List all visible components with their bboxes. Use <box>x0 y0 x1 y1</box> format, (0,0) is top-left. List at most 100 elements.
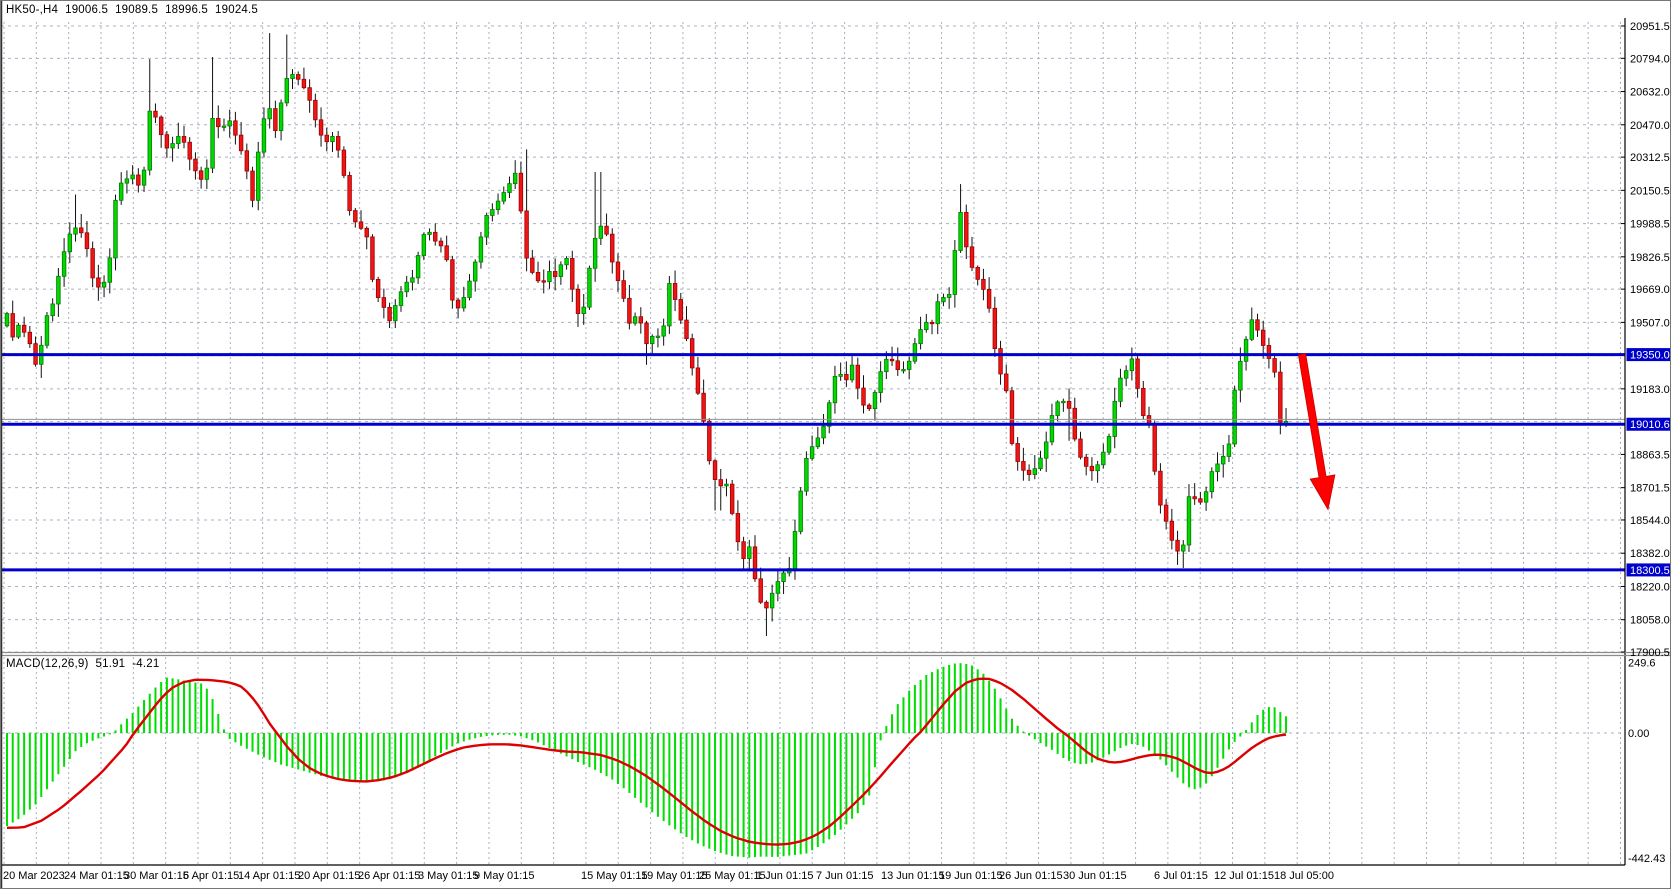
macd-histogram-bar <box>354 733 356 780</box>
macd-histogram-bar <box>337 733 339 778</box>
macd-histogram-bar <box>1091 733 1093 763</box>
price-chart-canvas[interactable]: 19350.019010.618300.520951.520794.020632… <box>1 1 1671 889</box>
macd-histogram-bar <box>777 733 779 857</box>
macd-histogram-bar <box>423 733 425 764</box>
macd-histogram-bar <box>1028 733 1030 736</box>
macd-histogram-bar <box>314 733 316 774</box>
macd-histogram-bar <box>674 733 676 829</box>
x-axis-date-label: 19 Jun 01:15 <box>939 870 1003 882</box>
x-axis-date-label: 19 May 01:15 <box>641 870 708 882</box>
macd-histogram-bar <box>725 733 727 855</box>
macd-histogram-bar <box>520 733 522 736</box>
macd-histogram-bar <box>1102 733 1104 758</box>
macd-histogram-bar <box>531 733 533 740</box>
y-axis-label: 19826.5 <box>1630 252 1670 264</box>
macd-histogram-bar <box>805 733 807 853</box>
y-axis-label: 19507.0 <box>1630 317 1670 329</box>
macd-histogram-bar <box>1011 719 1013 733</box>
macd-histogram-bar <box>503 733 505 735</box>
mt4-chart-window: HK50-,H419006.519089.518996.519024.5 MAC… <box>0 0 1671 889</box>
sell-direction-arrow[interactable] <box>1298 354 1335 510</box>
macd-histogram-bar <box>823 733 825 843</box>
y-axis-label: 19183.0 <box>1630 384 1670 396</box>
macd-histogram-bar <box>902 697 904 733</box>
macd-histogram-bar <box>451 733 453 746</box>
macd-histogram-bar <box>389 733 391 779</box>
macd-histogram-bar <box>1119 733 1121 748</box>
macd-histogram-bar <box>1000 698 1002 733</box>
macd-histogram-bar <box>1062 733 1064 758</box>
macd-histogram-bar <box>571 733 573 759</box>
x-axis-date-label: 3 May 01:15 <box>418 870 479 882</box>
macd-axis-labels: 249.60.00-442.43 <box>1628 658 1665 865</box>
macd-histogram-bar <box>828 733 830 839</box>
macd-histogram-bar <box>46 733 48 789</box>
macd-histogram-bar <box>868 733 870 795</box>
macd-histogram-bar <box>194 683 196 733</box>
macd-histogram-bar <box>891 714 893 733</box>
macd-histogram-bar <box>765 733 767 857</box>
macd-histogram-bar <box>1085 733 1087 764</box>
x-axis-date-label: 13 Jun 01:15 <box>881 870 945 882</box>
macd-histogram-bar <box>331 733 333 778</box>
macd-histogram-bar <box>811 733 813 850</box>
macd-histogram-bar <box>623 733 625 788</box>
macd-histogram-bar <box>274 733 276 762</box>
macd-histogram-bar <box>229 733 231 739</box>
macd-histogram-bar <box>788 733 790 856</box>
macd-histogram-bar <box>1262 710 1264 733</box>
macd-histogram-bar <box>1108 733 1110 754</box>
macd-histogram-bar <box>657 733 659 817</box>
macd-histogram-bar <box>714 733 716 851</box>
macd-histogram-bar <box>1285 716 1287 733</box>
ohlc-close: 19024.5 <box>215 4 258 16</box>
macd-histogram-bar <box>132 713 134 733</box>
macd-histogram-bar <box>897 704 899 733</box>
macd-histogram-bar <box>526 733 528 738</box>
macd-histogram-bar <box>463 733 465 741</box>
macd-histogram-bar <box>965 664 967 733</box>
y-axis-label: 18058.0 <box>1630 615 1670 627</box>
macd-histogram-bar <box>1245 730 1247 733</box>
macd-histogram-bar <box>988 681 990 733</box>
macd-histogram-bar <box>177 679 179 733</box>
macd-histogram-bar <box>109 733 111 734</box>
macd-histogram-bar <box>1182 733 1184 783</box>
macd-histogram-bar <box>646 733 648 808</box>
macd-histogram-bar <box>160 682 162 733</box>
y-axis-label: 18382.0 <box>1630 548 1670 560</box>
macd-histogram-bar <box>651 733 653 812</box>
macd-histogram-bar <box>1188 733 1190 787</box>
x-axis-date-label: 15 May 01:15 <box>581 870 648 882</box>
price-level-tag-label: 19010.6 <box>1630 419 1670 431</box>
macd-histogram-bar <box>611 733 613 780</box>
macd-histogram-bar <box>760 733 762 857</box>
macd-histogram-bar <box>297 733 299 769</box>
macd-histogram-bar <box>748 733 750 858</box>
macd-histogram-bar <box>817 733 819 847</box>
x-axis-date-label: 14 Apr 01:15 <box>238 870 300 882</box>
macd-histogram-bar <box>1074 733 1076 763</box>
macd-histogram-bar <box>286 733 288 766</box>
macd-histogram-bar <box>371 733 373 781</box>
y-axis-label: 20150.5 <box>1630 185 1670 197</box>
macd-histogram-bar <box>606 733 608 776</box>
macd-histogram-bar <box>183 681 185 733</box>
macd-histogram-bar <box>1034 733 1036 739</box>
macd-histogram-bar <box>75 733 77 751</box>
macd-histogram-bar <box>17 733 19 819</box>
macd-histogram-bar <box>154 687 156 733</box>
macd-histogram-bar <box>697 733 699 843</box>
macd-indicator-label: MACD(12,26,9)51.91-4.21 <box>6 658 160 670</box>
macd-histogram-bar <box>23 733 25 815</box>
symbol-period-label: HK50-,H4 <box>6 4 58 16</box>
macd-histogram-bar <box>594 733 596 770</box>
macd-histogram-bar <box>1154 733 1156 755</box>
macd-histogram-bar <box>1097 733 1099 760</box>
macd-histogram-bar <box>223 729 225 733</box>
x-axis-date-label: 9 May 01:15 <box>474 870 535 882</box>
macd-histogram-bar <box>1137 733 1139 745</box>
macd-histogram-bar <box>600 733 602 773</box>
macd-main-value: 51.91 <box>96 658 126 670</box>
x-axis-date-label: 6 Apr 01:15 <box>183 870 239 882</box>
